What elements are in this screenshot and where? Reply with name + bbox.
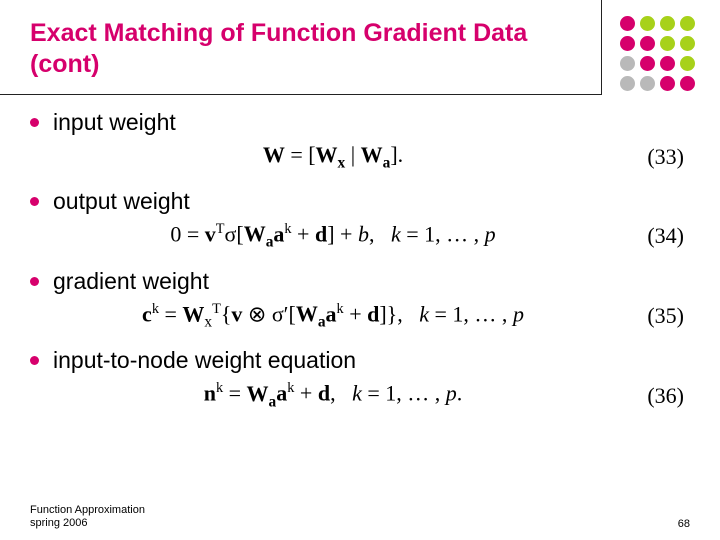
decorative-dot [660,16,675,31]
bullet-label: output weight [53,188,190,215]
equation: W = [Wx | Wa]. [263,142,403,172]
bullet-label: input-to-node weight equation [53,347,356,374]
bullet-icon [30,356,39,365]
decorative-dot [620,36,635,51]
decorative-dot [620,16,635,31]
footer-text-line2: spring 2006 [30,517,145,530]
bullet-item-head: output weight [30,188,690,215]
title-area: Exact Matching of Function Gradient Data… [0,0,720,89]
bullet-icon [30,197,39,206]
decorative-dot [640,76,655,91]
bullet-icon [30,118,39,127]
bullet-item-head: input-to-node weight equation [30,347,690,374]
content-area: input weight W = [Wx | Wa]. (33) output wei… [0,89,720,422]
equation-number: (36) [636,383,690,409]
equation-row: W = [Wx | Wa]. (33) [30,136,690,182]
equation-wrap: 0 = vTσ[Waak + d] + b, k = 1, … , p [30,221,636,252]
equation-wrap: W = [Wx | Wa]. [30,142,636,172]
footer-left: Function Approximation spring 2006 [30,504,145,530]
decorative-dot [680,16,695,31]
equation-row: 0 = vTσ[Waak + d] + b, k = 1, … , p (34) [30,215,690,262]
equation: 0 = vTσ[Waak + d] + b, k = 1, … , p [170,221,495,252]
equation-wrap: nk = Waak + d, k = 1, … , p. [30,380,636,411]
decorative-dot [640,36,655,51]
bullet-item: input weight W = [Wx | Wa]. (33) [30,109,690,182]
bullet-item: gradient weightck = WxT{v ⊗ σ′[Waak + d]… [30,268,690,342]
decorative-dot [680,56,695,71]
page-number: 68 [678,518,690,530]
decorative-dot [620,76,635,91]
bullet-item: output weight0 = vTσ[Waak + d] + b, k = … [30,188,690,262]
decorative-dot [640,56,655,71]
decorative-dot [680,36,695,51]
decorative-dot [620,56,635,71]
decorative-dot-grid [620,16,696,92]
bullet-label: input weight [53,109,176,136]
equation: ck = WxT{v ⊗ σ′[Waak + d]}, k = 1, … , p [142,301,524,332]
equation-number: (35) [636,303,690,329]
footer: Function Approximation spring 2006 68 [30,504,690,530]
decorative-dot [660,36,675,51]
bullet-icon [30,277,39,286]
bullet-label: gradient weight [53,268,209,295]
footer-text-line1: Function Approximation [30,504,145,517]
equation-row: nk = Waak + d, k = 1, … , p. (36) [30,374,690,421]
equation-number: (33) [636,144,690,170]
decorative-dot [660,76,675,91]
equation-wrap: ck = WxT{v ⊗ σ′[Waak + d]}, k = 1, … , p [30,301,636,332]
bullet-item-head: gradient weight [30,268,690,295]
bullet-item-head: input weight [30,109,690,136]
equation: nk = Waak + d, k = 1, … , p. [204,380,463,411]
slide-title: Exact Matching of Function Gradient Data… [30,18,540,81]
decorative-dot [640,16,655,31]
equation-row: ck = WxT{v ⊗ σ′[Waak + d]}, k = 1, … , p… [30,295,690,342]
bullet-item: input-to-node weight equationnk = Waak +… [30,347,690,421]
equation-number: (34) [636,223,690,249]
decorative-dot [680,76,695,91]
decorative-dot [660,56,675,71]
